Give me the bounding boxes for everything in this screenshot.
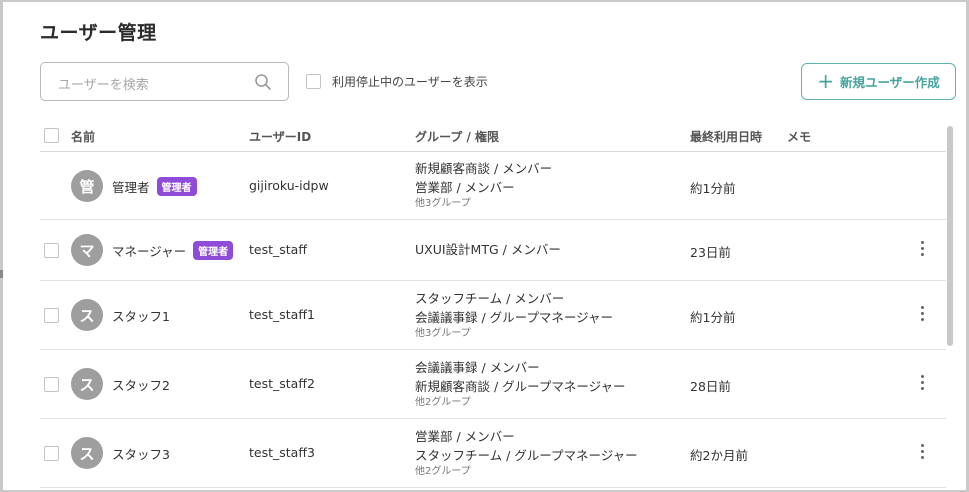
group-entry: UXUI設計MTG / メンバー [415,242,561,257]
more-vertical-icon[interactable] [919,241,925,259]
new-user-label: 新規ユーザー作成 [840,75,940,90]
user-name: 管理者 [112,179,150,195]
group-entry: スタッフチーム / メンバー [415,291,565,306]
row-checkbox[interactable] [44,446,59,461]
group-entry: 新規顧客商談 / メンバー [415,161,553,176]
avatar: ス [71,368,103,400]
table-row[interactable]: マ マネージャー 管理者 test_staff UXUI設計MTG / メンバー… [40,220,946,281]
header-name[interactable]: 名前 [71,128,95,145]
more-vertical-icon[interactable] [919,444,925,462]
more-groups-text[interactable]: 他3グループ [415,197,552,210]
header-user-id[interactable]: ユーザーID [249,128,311,145]
user-id: test_staff2 [249,376,315,391]
group-entry: 会議議事録 / グループマネージャー [415,310,614,325]
table-scrollbar[interactable] [947,126,953,346]
admin-badge: 管理者 [156,176,197,196]
more-groups-text[interactable]: 他2グループ [415,465,638,478]
user-id: test_staff [249,242,307,257]
user-id: test_staff1 [249,307,315,322]
more-groups-text[interactable]: 他2グループ [415,396,626,409]
search-placeholder: ユーザーを検索 [58,78,149,93]
last-used: 28日前 [690,379,731,394]
group-entry: 会議議事録 / メンバー [415,360,540,375]
header-memo: メモ [787,130,812,144]
last-used: 約1分前 [690,181,736,196]
search-icon[interactable] [254,73,272,91]
group-cell: 会議議事録 / メンバー 新規顧客商談 / グループマネージャー 他2グループ [415,358,626,409]
user-id: test_staff3 [249,445,315,460]
user-name: マネージャー [112,243,187,259]
user-cell: 管 管理者 管理者 [71,170,197,202]
header-group-role[interactable]: グループ / 権限 [415,128,499,145]
group-cell: UXUI設計MTG / メンバー [415,240,561,259]
row-checkbox[interactable] [44,377,59,392]
group-cell: 新規顧客商談 / メンバー 営業部 / メンバー 他3グループ [415,159,552,210]
group-entry: 営業部 / メンバー [415,180,515,195]
more-vertical-icon[interactable] [919,306,925,324]
user-name: スタッフ2 [112,377,170,393]
show-inactive-label: 利用停止中のユーザーを表示 [332,75,488,89]
avatar: 管 [71,170,103,202]
show-inactive-checkbox[interactable] [306,74,321,89]
avatar: マ [71,234,103,266]
table-row[interactable]: ス スタッフ1 test_staff1 スタッフチーム / メンバー 会議議事録… [40,281,946,350]
avatar: ス [71,437,103,469]
last-used: 約2か月前 [690,448,748,463]
search-input[interactable]: ユーザーを検索 [40,62,289,101]
group-cell: スタッフチーム / メンバー 会議議事録 / グループマネージャー 他3グループ [415,289,613,340]
more-groups-text[interactable]: 他3グループ [415,327,613,340]
avatar: ス [71,299,103,331]
user-name: スタッフ3 [112,446,170,462]
table-row[interactable]: 管 管理者 管理者 gijiroku-idpw 新規顧客商談 / メンバー 営業… [40,152,946,220]
last-used: 約1分前 [690,310,736,325]
user-cell: ス スタッフ1 [71,299,170,331]
plus-icon: + [817,68,834,93]
row-checkbox[interactable] [44,308,59,323]
admin-badge: 管理者 [193,240,234,260]
user-id: gijiroku-idpw [249,178,329,193]
table-row[interactable]: ス スタッフ2 test_staff2 会議議事録 / メンバー 新規顧客商談 … [40,350,946,419]
users-table: 名前 ユーザーID グループ / 権限 最終利用日時 メモ 管 管理者 管理者 … [40,119,946,488]
more-vertical-icon[interactable] [919,375,925,393]
table-row[interactable]: ス スタッフ3 test_staff3 営業部 / メンバー スタッフチーム /… [40,419,946,488]
user-name: スタッフ1 [112,308,170,324]
group-cell: 営業部 / メンバー スタッフチーム / グループマネージャー 他2グループ [415,427,638,478]
header-last-used[interactable]: 最終利用日時 [690,128,762,145]
show-inactive-toggle[interactable]: 利用停止中のユーザーを表示 [306,73,488,90]
user-management-page: ユーザー管理 ユーザーを検索 利用停止中のユーザーを表示 + 新規ユーザー作成 … [3,2,966,490]
page-title: ユーザー管理 [40,22,157,44]
last-used: 23日前 [690,245,731,260]
group-entry: スタッフチーム / グループマネージャー [415,448,638,463]
select-all-checkbox[interactable] [44,128,59,143]
row-checkbox[interactable] [44,243,59,258]
user-cell: ス スタッフ2 [71,368,170,400]
group-entry: 営業部 / メンバー [415,429,515,444]
group-entry: 新規顧客商談 / グループマネージャー [415,379,626,394]
new-user-button[interactable]: + 新規ユーザー作成 [801,63,956,100]
table-header: 名前 ユーザーID グループ / 権限 最終利用日時 メモ [40,119,946,152]
user-cell: ス スタッフ3 [71,437,170,469]
user-cell: マ マネージャー 管理者 [71,234,234,266]
